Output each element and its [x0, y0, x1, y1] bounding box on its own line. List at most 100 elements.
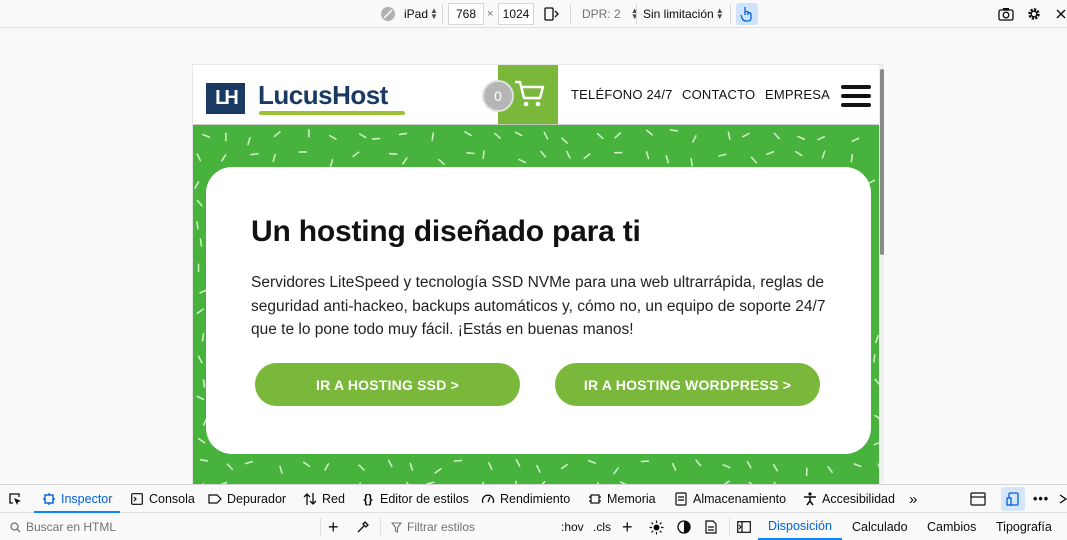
no-device-icon[interactable] [380, 0, 396, 28]
tab-editor-estilos[interactable]: {} Editor de estilos [361, 485, 469, 513]
tab-accesibilidad[interactable]: Accesibilidad [803, 485, 895, 513]
cart-count-badge: 0 [482, 80, 514, 112]
tab-disposicion[interactable]: Disposición [758, 514, 842, 540]
eyedropper-icon[interactable] [356, 514, 370, 540]
hero-pattern-dash [439, 160, 444, 165]
dark-theme-moon-icon[interactable] [677, 514, 691, 540]
nav-link-empresa[interactable]: EMPRESA [765, 87, 830, 102]
responsive-mode-button[interactable] [1001, 485, 1025, 513]
nav-link-contacto[interactable]: CONTACTO [682, 87, 755, 102]
hero-pattern-dash [489, 463, 492, 469]
dpr-select[interactable]: DPR: 2 ▲▼ [582, 0, 639, 28]
more-options-icon[interactable]: ••• [1033, 485, 1049, 513]
hero-section: Un hosting diseñado para ti Servidores L… [193, 125, 879, 484]
hov-toggle[interactable]: :hov [561, 514, 584, 540]
device-select[interactable]: iPad ▲▼ [404, 0, 438, 28]
hero-pattern-dash [251, 154, 258, 155]
add-rule-plus-icon[interactable]: + [622, 514, 633, 540]
hero-pattern-dash [483, 151, 484, 158]
tab-almacenamiento[interactable]: Almacenamiento [674, 485, 786, 513]
hero-pattern-dash [467, 153, 474, 154]
logo-text[interactable]: LucusHost [258, 80, 388, 111]
hero-pattern-dash [828, 467, 832, 473]
tab-consola-label: Consola [149, 492, 195, 506]
more-tabs-chevron-icon[interactable]: » [909, 485, 917, 513]
screenshot-icon[interactable] [998, 0, 1014, 28]
devtools-panel: Inspector Consola Depurador Red {} Edito… [0, 484, 1067, 539]
nav-link-telefono[interactable]: TELÉFONO 24/7 [571, 87, 673, 102]
tab-editor-estilos-label: Editor de estilos [380, 492, 469, 506]
hosting-ssd-button[interactable]: IR A HOSTING SSD > [255, 363, 520, 406]
devtools-tab-bar: Inspector Consola Depurador Red {} Edito… [0, 485, 1067, 513]
toggle-sidebar-icon[interactable] [737, 514, 751, 540]
tab-rendimiento[interactable]: Rendimiento [481, 485, 570, 513]
settings-gear-icon[interactable] [1026, 0, 1042, 28]
select-arrows-icon: ▲▼ [631, 8, 639, 20]
hero-pattern-dash [822, 151, 824, 158]
filter-styles-input[interactable]: Filtrar estilos [407, 520, 475, 534]
tab-red-label: Red [322, 492, 345, 506]
tab-depurador-label: Depurador [227, 492, 286, 506]
hero-pattern-dash [567, 152, 570, 158]
hero-pattern-dash [197, 222, 198, 229]
logo-mark[interactable]: LH [206, 83, 245, 114]
dock-layout-icon[interactable] [970, 485, 986, 513]
hero-pattern-dash [693, 136, 696, 142]
logo-mark-text: LH [215, 87, 236, 110]
hero-pattern-dash [197, 154, 200, 160]
tab-cambios[interactable]: Cambios [927, 514, 976, 540]
tab-red[interactable]: Red [303, 485, 345, 513]
hero-pattern-dash [647, 130, 652, 135]
page-scrollbar[interactable] [879, 65, 884, 484]
cls-toggle[interactable]: .cls [593, 514, 611, 540]
hero-pattern-dash [222, 155, 226, 161]
print-media-icon[interactable] [705, 514, 717, 540]
tab-depurador[interactable]: Depurador [208, 485, 286, 513]
hero-pattern-dash [465, 132, 471, 136]
select-arrows-icon: ▲▼ [430, 8, 438, 20]
cart-icon[interactable] [513, 79, 547, 114]
hero-pattern-dash [818, 137, 824, 140]
throttling-select[interactable]: Sin limitación ▲▼ [643, 0, 724, 28]
tab-inspector-label: Inspector [61, 492, 112, 506]
hero-pattern-dash [195, 182, 198, 188]
tab-inspector[interactable]: Inspector [34, 485, 120, 513]
rotate-icon[interactable] [543, 0, 559, 28]
close-icon[interactable] [1056, 0, 1066, 28]
touch-simulation-button[interactable] [736, 0, 758, 28]
html-search[interactable]: Buscar en HTML [8, 514, 116, 540]
responsive-toolbar: iPad ▲▼ 768 × 1024 DPR: 2 ▲▼ Sin limitac… [0, 0, 1067, 28]
hero-pattern-dash [691, 159, 692, 166]
tab-memoria[interactable]: Memoria [588, 485, 656, 513]
hosting-wordpress-button[interactable]: IR A HOSTING WORDPRESS > [555, 363, 820, 406]
height-input[interactable]: 1024 [498, 3, 534, 25]
site-header: LH LucusHost 0 TELÉFONO 24/7 CONTACTO EM… [193, 65, 884, 125]
hero-pattern-dash [197, 396, 203, 399]
filter-styles[interactable]: Filtrar estilos [389, 514, 475, 540]
hamburger-menu-icon[interactable] [841, 85, 871, 109]
tab-tipografia[interactable]: Tipografía [996, 514, 1052, 540]
add-node-plus-icon[interactable]: + [328, 514, 339, 540]
hero-pattern-dash [670, 130, 677, 131]
hero-pattern-dash [743, 133, 749, 136]
hero-pattern-dash [203, 135, 210, 137]
device-viewport[interactable]: LH LucusHost 0 TELÉFONO 24/7 CONTACTO EM… [192, 64, 884, 484]
hero-pattern-dash [562, 138, 567, 143]
scrollbar-thumb[interactable] [880, 69, 884, 255]
close-devtools-icon[interactable] [1059, 485, 1067, 513]
storage-icon [674, 492, 688, 506]
hero-pattern-dash [728, 132, 729, 139]
performance-gauge-icon [481, 492, 495, 506]
hero-pattern-dash [723, 465, 729, 468]
search-html-input[interactable]: Buscar en HTML [26, 520, 116, 534]
hero-pattern-dash [615, 133, 620, 138]
light-theme-sun-icon[interactable] [649, 514, 664, 540]
width-input[interactable]: 768 [448, 3, 484, 25]
hero-pattern-dash [203, 334, 204, 341]
pick-element-icon[interactable] [8, 485, 22, 513]
hero-pattern-dash [562, 465, 568, 469]
tab-calculado[interactable]: Calculado [852, 514, 908, 540]
hero-pattern-dash [541, 152, 545, 157]
tab-consola[interactable]: Consola [130, 485, 195, 513]
network-arrows-icon [303, 492, 317, 506]
